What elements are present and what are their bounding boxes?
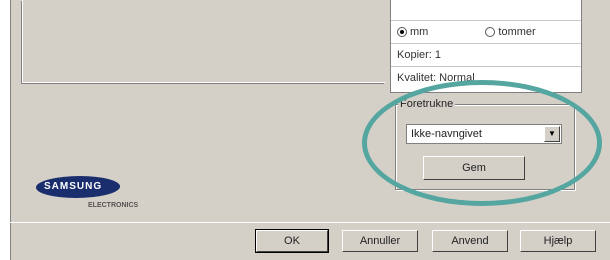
units-row: mm tommer xyxy=(391,20,581,42)
mm-radio-icon[interactable] xyxy=(397,27,407,38)
cancel-button[interactable]: Annuller xyxy=(342,230,418,252)
apply-button[interactable]: Anvend xyxy=(432,230,508,252)
favorites-selected-value: Ikke-navngivet xyxy=(411,128,482,140)
ok-button[interactable]: OK xyxy=(255,229,329,253)
help-button[interactable]: Hjælp xyxy=(520,230,596,252)
chevron-down-icon[interactable]: ▼ xyxy=(544,126,560,142)
tommer-label: tommer xyxy=(498,26,536,38)
tommer-radio[interactable]: tommer xyxy=(485,26,536,38)
mm-label: mm xyxy=(410,26,429,38)
settings-summary-box: mm tommer Kopier: 1 Kvalitet: Normal xyxy=(390,0,582,93)
copies-text: Kopier: 1 xyxy=(391,43,581,65)
save-favorite-button[interactable]: Gem xyxy=(423,156,525,180)
tommer-radio-icon[interactable] xyxy=(485,27,496,38)
favorites-legend: Foretrukne xyxy=(398,98,456,110)
favorites-dropdown[interactable]: Ikke-navngivet ▼ xyxy=(406,124,562,144)
logo-brand-text: SAMSUNG xyxy=(44,181,103,192)
preview-panel xyxy=(22,0,385,83)
quality-text: Kvalitet: Normal xyxy=(391,66,581,88)
logo-sub-text: ELECTRONICS xyxy=(88,202,139,209)
footer-divider xyxy=(0,222,610,223)
samsung-logo: SAMSUNG ELECTRONICS xyxy=(34,176,156,212)
mm-radio[interactable]: mm xyxy=(397,26,428,38)
